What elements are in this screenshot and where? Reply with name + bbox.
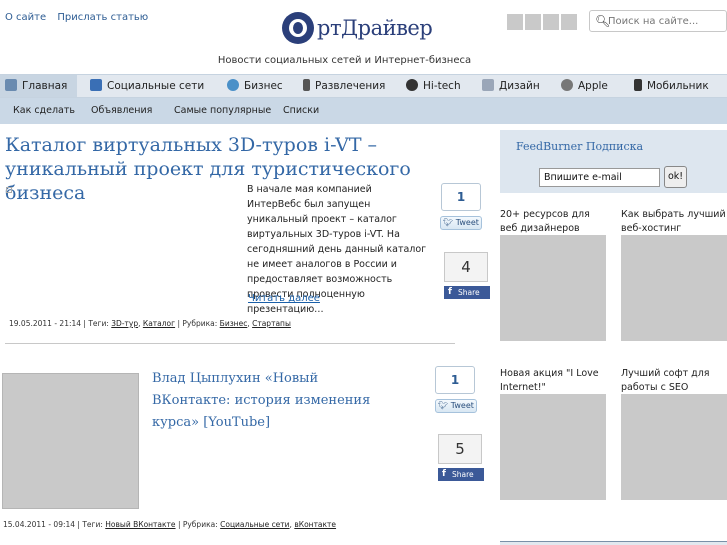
phone-icon xyxy=(634,79,642,91)
nav-label: Бизнес xyxy=(244,80,283,92)
sidebar-card-title[interactable]: Лучший софт для работы с SEO xyxy=(621,367,727,395)
rubric-prefix: | Рубрика: xyxy=(177,520,218,529)
nav-label: Социальные сети xyxy=(107,80,205,92)
sidebar-card-image[interactable] xyxy=(500,235,606,341)
social-icon-4[interactable] xyxy=(561,14,577,30)
nav-item-apple[interactable]: Apple xyxy=(561,75,608,97)
tag-link[interactable]: Новый ВКонтакте xyxy=(105,520,175,529)
post-date: 19.05.2011 - 21:14 | Теги: xyxy=(9,319,109,328)
social-icon-1[interactable] xyxy=(507,14,523,30)
rubric-prefix: | Рубрика: xyxy=(177,319,218,328)
nav-item-design[interactable]: Дизайн xyxy=(482,75,540,97)
about-link[interactable]: О сайте xyxy=(5,12,46,23)
nav-item-social[interactable]: Социальные сети xyxy=(90,75,204,97)
sidebar-card-image[interactable] xyxy=(621,235,727,341)
tweet-label: Tweet xyxy=(455,218,479,227)
rubric-link[interactable]: Бизнес xyxy=(220,319,248,328)
share-count: 5 xyxy=(438,434,482,464)
rubric-link[interactable]: Стартапы xyxy=(252,319,291,328)
nav-item-entertainment[interactable]: Развлечения xyxy=(303,75,385,97)
facebook-share-button[interactable]: f Share xyxy=(438,468,484,481)
post-date: 15.04.2011 - 09:14 | Теги: xyxy=(3,520,103,529)
tweet-count: 1 xyxy=(441,183,481,211)
social-icon-3[interactable] xyxy=(543,14,559,30)
facebook-icon: f xyxy=(442,469,446,479)
share-count: 4 xyxy=(444,252,488,282)
social-icon xyxy=(90,79,102,91)
share-label: Share xyxy=(458,288,480,297)
rubric-link[interactable]: Социальные сети xyxy=(220,520,289,529)
search-input[interactable] xyxy=(608,13,723,29)
subnav-item-announcements[interactable]: Объявления xyxy=(91,105,152,116)
nav-label: Развлечения xyxy=(315,80,386,92)
nav-item-business[interactable]: Бизнес xyxy=(227,75,283,97)
feedburner-title: FeedBurner Подписка xyxy=(516,140,644,153)
rubric-link[interactable]: вКонтакте xyxy=(294,520,336,529)
post-title[interactable]: Влад Цыплухин «Новый ВКонтакте: история … xyxy=(152,368,392,434)
sidebar-card-title[interactable]: Новая акция "I Love Internet!" xyxy=(500,367,608,395)
logo-a-mark xyxy=(282,12,314,44)
site-tagline: Новости социальных сетей и Интернет-бизн… xyxy=(217,55,472,66)
submit-article-link[interactable]: Прислать статью xyxy=(57,12,148,23)
nav-label: Дизайн xyxy=(499,80,540,92)
post-meta: 15.04.2011 - 09:14 | Теги: Новый ВКонтак… xyxy=(3,520,337,529)
tweet-label: Tweet xyxy=(450,401,474,410)
nav-label: Мобильник xyxy=(647,80,709,92)
tweet-count: 1 xyxy=(435,366,475,394)
nav-item-hitech[interactable]: Hi-tech xyxy=(406,75,461,97)
nav-item-mobile[interactable]: Мобильник xyxy=(634,75,709,97)
email-field[interactable]: Впишите e-mail xyxy=(539,168,660,187)
nav-item-home[interactable]: Главная xyxy=(0,75,77,97)
feedburner-subscribe: FeedBurner Подписка Впишите e-mail ok! xyxy=(500,130,727,193)
logo-text: ртДрайвер xyxy=(317,16,433,40)
nav-label: Hi-tech xyxy=(423,80,461,92)
tweet-button[interactable]: 🐦︎ Tweet xyxy=(435,399,477,413)
sidebar-card-image[interactable] xyxy=(621,394,727,500)
subscribe-ok-button[interactable]: ok! xyxy=(664,166,687,188)
facebook-share-button[interactable]: f Share xyxy=(444,286,490,299)
subnav-item-popular[interactable]: Самые популярные xyxy=(174,105,271,116)
nav-label: Главная xyxy=(22,80,68,92)
sidebar-card-title[interactable]: Как выбрать лучший веб-хостинг xyxy=(621,208,727,236)
search-box[interactable]: 🔍︎ xyxy=(589,10,727,32)
tag-link[interactable]: 3D-тур xyxy=(111,319,138,328)
home-icon xyxy=(5,79,17,91)
subnav-item-howto[interactable]: Как сделать xyxy=(13,105,75,116)
post-thumbnail[interactable] xyxy=(2,373,139,509)
post-thumbnail-placeholder xyxy=(6,187,12,193)
social-icons xyxy=(507,14,579,33)
main-nav: Главная Социальные сети Бизнес Развлечен… xyxy=(0,74,727,98)
facebook-icon: f xyxy=(448,287,452,297)
power-icon xyxy=(406,79,418,91)
top-links: О сайте Прислать статью xyxy=(5,12,156,23)
read-more-link[interactable]: Читать далее xyxy=(248,293,320,304)
post-meta: 19.05.2011 - 21:14 | Теги: 3D-тур, Катал… xyxy=(9,319,291,328)
sub-nav: Как сделать Объявления Самые популярные … xyxy=(0,98,727,124)
sidebar-card-image[interactable] xyxy=(500,394,606,500)
post-divider xyxy=(5,343,455,344)
site-logo[interactable]: ртДрайвер xyxy=(282,10,442,50)
globe-icon xyxy=(227,79,239,91)
nav-label: Apple xyxy=(578,80,608,92)
pencil-icon xyxy=(482,79,494,91)
tweet-button[interactable]: 🐦︎ Tweet xyxy=(440,216,482,230)
sidebar-next-widget xyxy=(500,541,727,545)
tag-link[interactable]: Каталог xyxy=(143,319,175,328)
subnav-item-lists[interactable]: Списки xyxy=(283,105,319,116)
sidebar-card-title[interactable]: 20+ ресурсов для веб дизайнеров xyxy=(500,208,608,236)
mic-icon xyxy=(303,79,310,91)
social-icon-2[interactable] xyxy=(525,14,541,30)
share-label: Share xyxy=(452,470,474,479)
apple-icon xyxy=(561,79,573,91)
